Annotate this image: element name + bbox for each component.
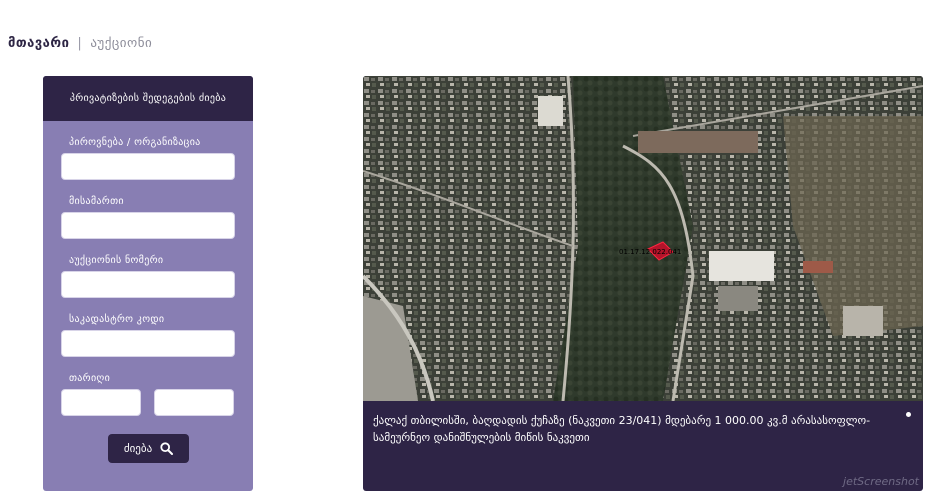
person-organization-input[interactable] — [61, 153, 235, 180]
person-organization-label: პიროვნება / ორგანიზაცია — [69, 137, 201, 148]
search-button[interactable]: ძიება — [108, 434, 189, 463]
auction-result-card[interactable]: 01.17.12.022.041 ქალაქ თბილისში, ბაღდადი… — [363, 76, 923, 491]
cadastral-code-input[interactable] — [61, 330, 235, 357]
cadastral-code-label: საკადასტრო კოდი — [69, 314, 165, 325]
search-panel-title: პრივატიზების შედეგების ძიება — [43, 76, 253, 121]
search-icon — [160, 442, 174, 455]
date-label: თარიღი — [69, 373, 111, 384]
date-from-input[interactable] — [61, 389, 141, 416]
auction-number-label: აუქციონის ნომერი — [69, 255, 164, 266]
property-description[interactable]: ქალაქ თბილისში, ბაღდადის ქუჩაზე (ნაკვეთი… — [373, 412, 893, 446]
breadcrumb: მთავარი | აუქციონი — [8, 36, 152, 51]
address-label: მისამართი — [69, 196, 124, 207]
satellite-map-image: 01.17.12.022.041 — [363, 76, 923, 401]
address-input[interactable] — [61, 212, 235, 239]
search-button-label: ძიება — [123, 442, 153, 455]
auction-number-input[interactable] — [61, 271, 235, 298]
parcel-label: 01.17.12.022.041 — [619, 248, 681, 256]
watermark-logo: jetScreenshot — [843, 475, 919, 488]
breadcrumb-home-link[interactable]: მთავარი — [8, 36, 69, 51]
date-to-input[interactable] — [154, 389, 234, 416]
carousel-dot-icon[interactable] — [906, 412, 911, 417]
breadcrumb-current: აუქციონი — [90, 36, 153, 51]
privatization-search-panel: პრივატიზების შედეგების ძიება პიროვნება /… — [43, 76, 253, 491]
breadcrumb-separator: | — [77, 36, 83, 51]
